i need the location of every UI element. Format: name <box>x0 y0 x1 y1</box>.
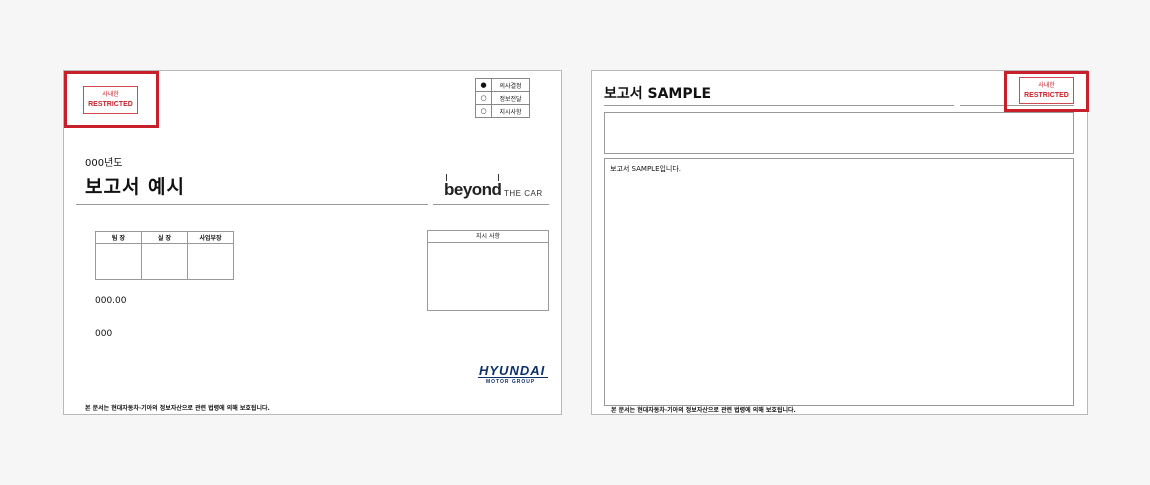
page-title: 보고서 예시 <box>85 176 186 198</box>
approval-header: 실 장 <box>141 231 188 244</box>
instruction-box: 지시 사항 <box>427 230 549 311</box>
restricted-stamp: 사내한 RESTRICTED <box>1019 77 1074 104</box>
stamp-line1: 사내한 <box>102 91 119 98</box>
distribution-bullet: ● <box>475 78 492 92</box>
title-underline <box>76 204 428 205</box>
beyond-logo: beyond <box>444 180 502 199</box>
distribution-label: 의사결정 <box>491 78 530 92</box>
distribution-table: ● 의사결정 ○ 정보전달 ○ 지시사항 <box>475 78 530 118</box>
approval-header: 사업부장 <box>187 231 234 244</box>
hyundai-logo-sub: MOTOR GROUP <box>486 379 536 385</box>
restricted-stamp: 사내한 RESTRICTED <box>83 86 138 114</box>
approval-sign-cell <box>187 243 234 280</box>
report-year: 000년도 <box>85 158 123 169</box>
security-footer: 본 문서는 현대자동차·기아의 정보자산으로 관련 법령에 의해 보호됩니다. <box>85 405 270 412</box>
report-author: 000 <box>95 329 113 339</box>
distribution-bullet: ○ <box>475 91 492 105</box>
summary-box <box>604 112 1074 154</box>
page-title: 보고서 SAMPLE <box>604 86 712 102</box>
distribution-bullet: ○ <box>475 104 492 118</box>
logo-underline <box>433 204 549 205</box>
body-text: 보고서 SAMPLE입니다. <box>610 165 682 173</box>
content-box: 보고서 SAMPLE입니다. <box>604 158 1074 406</box>
approval-table: 팀 장 실 장 사업부장 <box>95 231 234 280</box>
approval-sign-cell <box>95 243 142 280</box>
approval-header: 팀 장 <box>95 231 142 244</box>
stamp-line2: RESTRICTED <box>88 101 133 108</box>
distribution-label: 지시사항 <box>491 104 530 118</box>
instruction-header: 지시 사항 <box>428 231 548 243</box>
stamp-line1: 사내한 <box>1038 82 1055 89</box>
logo-tagline: THE CAR <box>504 189 543 198</box>
approval-sign-cell <box>141 243 188 280</box>
hyundai-logo: HYUNDAI <box>479 363 546 378</box>
stamp-line2: RESTRICTED <box>1024 92 1069 99</box>
title-underline <box>604 105 954 106</box>
distribution-label: 정보전달 <box>491 91 530 105</box>
sample-page: 보고서 SAMPLE 사내한 RESTRICTED 보고서 SAMPLE입니다.… <box>591 70 1089 415</box>
cover-page: 사내한 RESTRICTED ● 의사결정 ○ 정보전달 ○ 지시사항 000년… <box>63 70 562 415</box>
hyundai-logo-bar <box>478 377 548 378</box>
security-footer: 본 문서는 현대자동차·기아의 정보자산으로 관련 법령에 의해 보호됩니다. <box>611 407 796 414</box>
report-date: 000.00 <box>95 296 127 306</box>
